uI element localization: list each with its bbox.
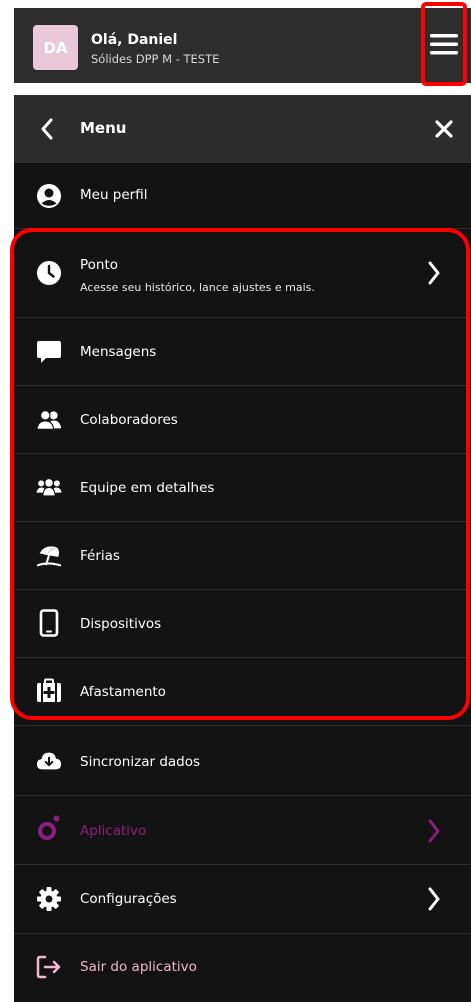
chevron-right-icon: [424, 817, 444, 845]
menu-item-label: Mensagens: [80, 344, 157, 360]
menu-item-label: Meu perfil: [80, 187, 148, 203]
avatar[interactable]: DA: [33, 25, 78, 70]
chevron-right-icon: [424, 885, 444, 913]
menu-item-label: Sair do aplicativo: [80, 959, 197, 975]
beach-umbrella-icon: [36, 543, 62, 569]
solides-logo-icon: [36, 815, 62, 841]
cloud-download-icon: [36, 748, 62, 774]
user-greeting: Olá, Daniel: [91, 32, 178, 48]
user-header: DA Olá, Daniel Sólides DPP M - TESTE: [14, 8, 471, 83]
menu-item-mensagens[interactable]: Mensagens: [14, 318, 471, 386]
menu-item-sincronizar-dados[interactable]: Sincronizar dados: [14, 726, 471, 796]
users-icon: [36, 407, 62, 433]
menu-item-afastamento[interactable]: Afastamento: [14, 658, 471, 726]
menu-panel-header: Menu: [14, 95, 471, 163]
menu-button[interactable]: [421, 2, 467, 86]
menu-item-label: Férias: [80, 548, 120, 564]
menu-item-label: Configurações: [80, 891, 177, 907]
menu-item-sair-do-aplicativo[interactable]: Sair do aplicativo: [14, 934, 471, 1002]
logout-icon: [36, 954, 62, 980]
menu-item-aplicativo[interactable]: Aplicativo: [14, 796, 471, 865]
menu-item-ferias[interactable]: Férias: [14, 522, 471, 590]
menu-item-meu-perfil[interactable]: Meu perfil: [14, 163, 471, 229]
menu-panel: Menu Meu perfil Ponto Acesse seu históri…: [14, 95, 471, 1002]
mobile-device-icon: [36, 609, 62, 637]
hamburger-icon: [430, 34, 458, 55]
close-button[interactable]: [432, 117, 456, 141]
menu-title: Menu: [80, 119, 127, 137]
chat-bubble-icon: [36, 339, 62, 365]
chevron-right-icon: [424, 259, 444, 287]
company-name: Sólides DPP M - TESTE: [91, 52, 220, 66]
menu-item-label: Aplicativo: [80, 823, 147, 839]
menu-item-label: Colaboradores: [80, 412, 178, 428]
team-icon: [36, 475, 62, 501]
menu-item-label: Equipe em detalhes: [80, 480, 215, 496]
menu-item-label: Dispositivos: [80, 616, 162, 632]
close-icon: [435, 120, 453, 138]
clock-icon: [36, 260, 62, 286]
user-circle-icon: [36, 183, 62, 209]
menu-item-colaboradores[interactable]: Colaboradores: [14, 386, 471, 454]
menu-item-equipe-em-detalhes[interactable]: Equipe em detalhes: [14, 454, 471, 522]
menu-item-label: Afastamento: [80, 684, 166, 700]
menu-item-label: Sincronizar dados: [80, 754, 201, 770]
medical-kit-icon: [36, 678, 62, 704]
menu-item-dispositivos[interactable]: Dispositivos: [14, 590, 471, 658]
menu-item-label: Ponto: [80, 257, 119, 273]
menu-item-configuracoes[interactable]: Configurações: [14, 865, 471, 934]
menu-item-ponto[interactable]: Ponto Acesse seu histórico, lance ajuste…: [14, 229, 471, 318]
menu-item-subtitle: Acesse seu histórico, lance ajustes e ma…: [80, 281, 315, 294]
chevron-left-icon: [41, 118, 53, 140]
back-button[interactable]: [36, 117, 58, 141]
gear-icon: [36, 886, 62, 912]
